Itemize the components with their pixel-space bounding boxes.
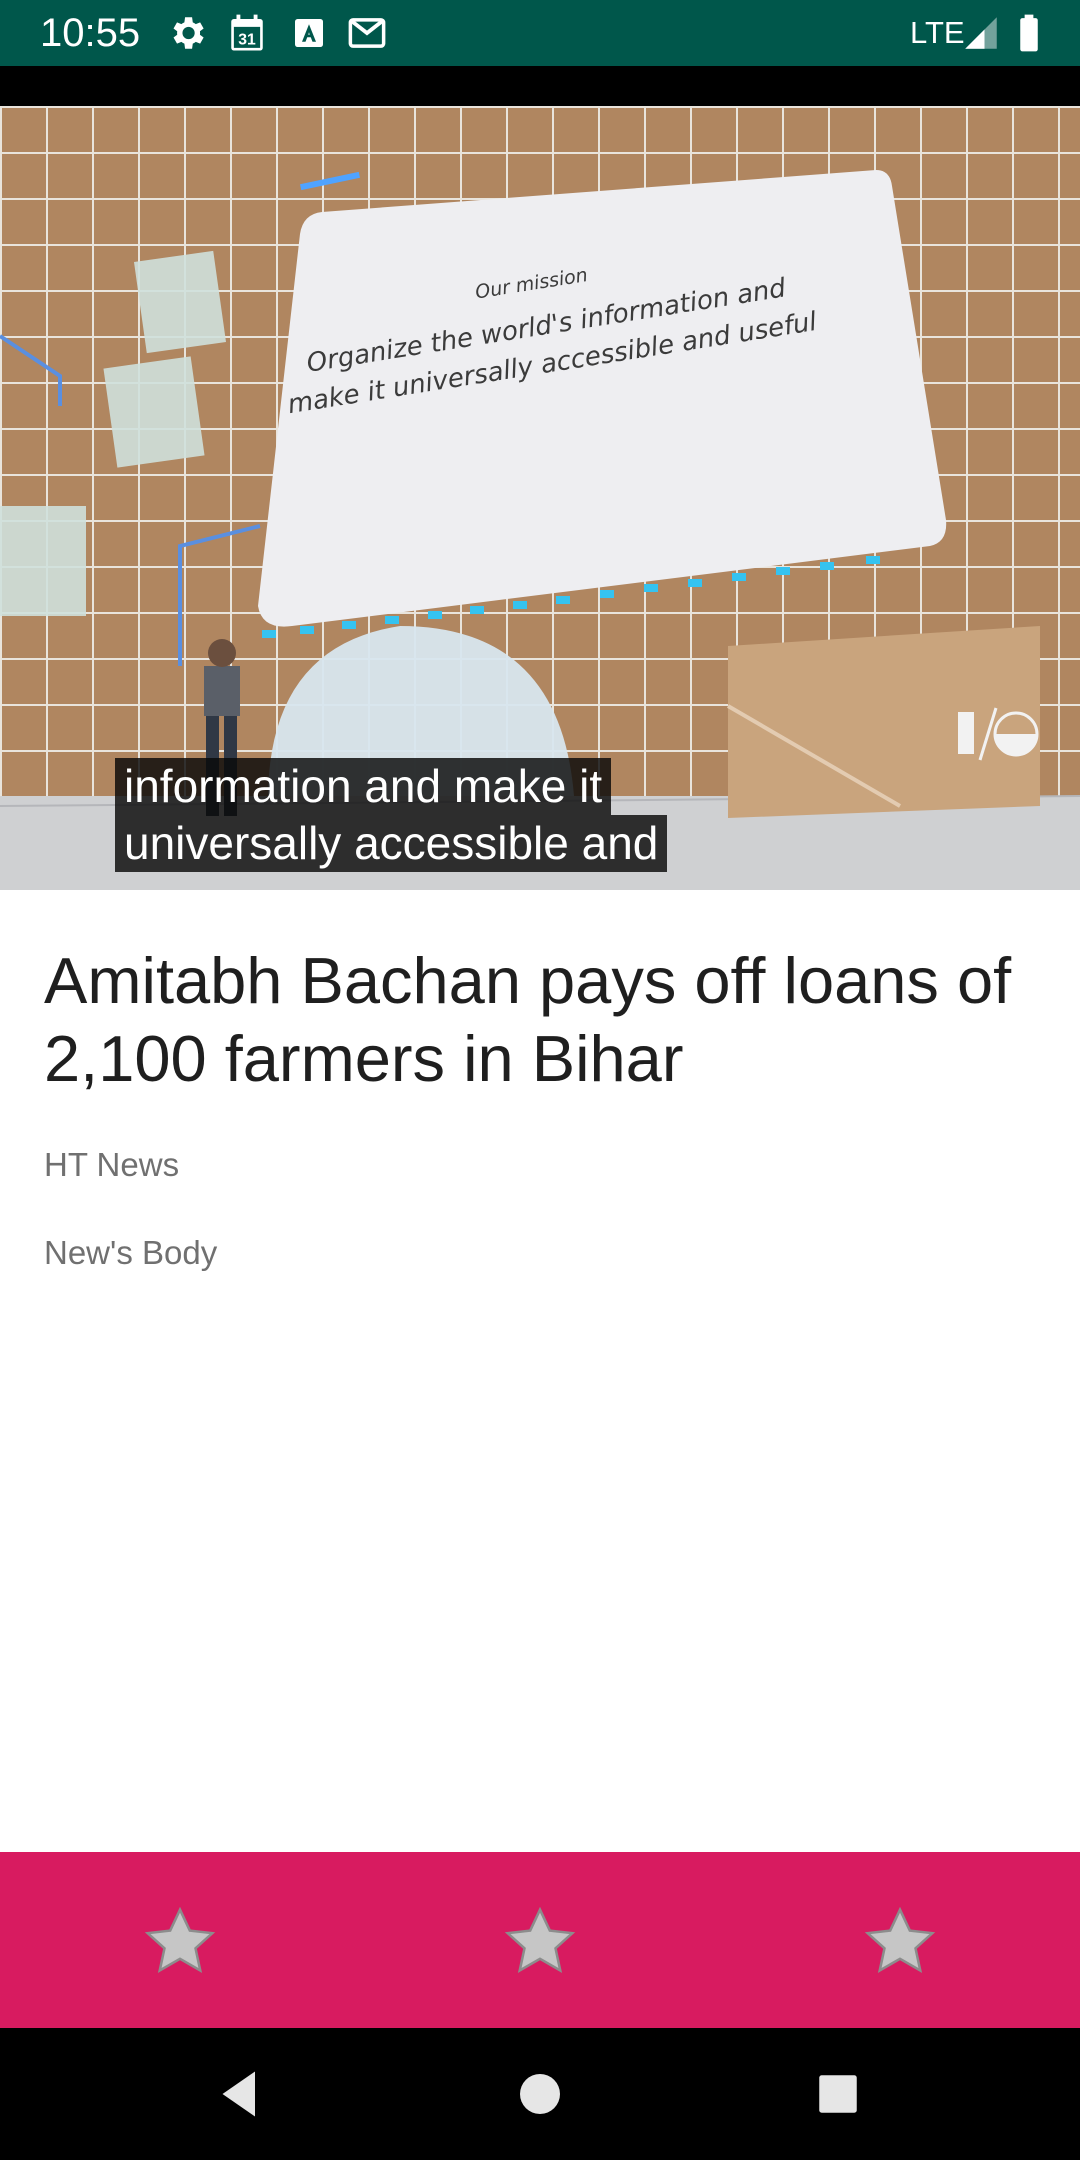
gear-icon (173, 17, 204, 49)
article-body: New's Body (44, 1234, 218, 1271)
network-type: LTE (910, 15, 965, 50)
article-title: Amitabh Bachan pays off loans of 2,100 f… (44, 944, 1012, 1095)
star-icon[interactable] (502, 1904, 578, 1980)
rating-bar (0, 1852, 1080, 2028)
recents-icon[interactable] (808, 2064, 868, 2124)
video-player[interactable]: Our mission Organize the world's informa… (0, 66, 1080, 890)
article-source: HT News (44, 1146, 180, 1183)
battery-icon (1020, 14, 1038, 52)
article-content: Amitabh Bachan pays off loans of 2,100 f… (0, 890, 1080, 1852)
star-icon[interactable] (142, 1904, 218, 1980)
signal-icon (965, 17, 997, 49)
gmail-icon (348, 18, 386, 48)
calendar-icon: 31 (231, 14, 263, 51)
video-captions: information and make it universally acce… (115, 758, 668, 872)
text-a-icon (295, 19, 323, 47)
calendar-day: 31 (238, 32, 256, 49)
home-icon[interactable] (510, 2064, 570, 2124)
status-time: 10:55 (40, 11, 141, 55)
system-nav-bar (0, 2028, 1080, 2160)
caption-line-2: universally accessible and (115, 815, 668, 872)
caption-line-1: information and make it (115, 758, 612, 815)
status-bar: 10:55 31 LTE (0, 0, 1080, 66)
star-icon[interactable] (862, 1904, 938, 1980)
back-icon[interactable] (210, 2064, 270, 2124)
